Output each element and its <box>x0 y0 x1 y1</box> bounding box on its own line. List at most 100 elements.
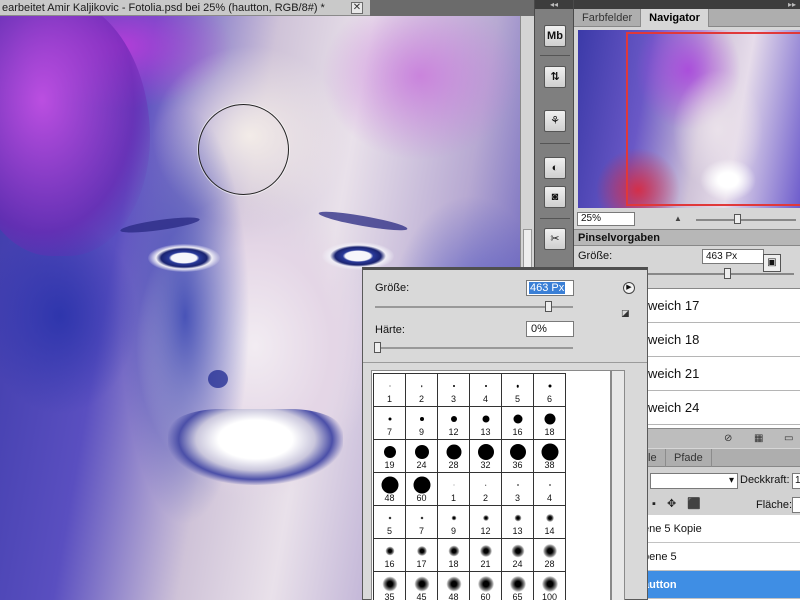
brush-tip-size-label: 48 <box>448 592 459 600</box>
picker-size-field[interactable]: 463 Px <box>526 280 574 296</box>
brush-tip-cell[interactable]: 60 <box>470 572 502 600</box>
toggle-brush-panel-icon[interactable]: ⊘ <box>724 433 732 444</box>
brush-tip-cell[interactable]: 48 <box>374 473 406 506</box>
masks-icon[interactable]: ◙ <box>544 186 566 208</box>
preset-size-slider-thumb[interactable] <box>724 268 731 279</box>
blend-mode-select[interactable]: ▾ <box>650 473 738 489</box>
opacity-field[interactable]: 1 <box>792 473 800 489</box>
brush-tip-preview <box>451 515 456 521</box>
brush-tip-cell[interactable]: 24 <box>406 440 438 473</box>
brush-tip-cell[interactable]: 4 <box>470 374 502 407</box>
brush-tip-preview <box>542 544 557 558</box>
brush-tip-cell[interactable]: 36 <box>502 440 534 473</box>
brush-tip-cell[interactable]: 12 <box>438 407 470 440</box>
brush-tip-cell[interactable]: 60 <box>406 473 438 506</box>
dock-collapse-icon[interactable]: ◂◂ <box>535 0 573 9</box>
brush-tip-cell[interactable]: 38 <box>534 440 566 473</box>
brush-tip-cell[interactable]: 13 <box>470 407 502 440</box>
brush-tip-cell[interactable]: 18 <box>534 407 566 440</box>
brush-presets-title[interactable]: Pinselvorgaben <box>574 230 800 246</box>
delete-icon[interactable]: ▭ <box>784 433 793 444</box>
brush-tip-cell[interactable]: 1 <box>438 473 470 506</box>
picker-hardness-slider-thumb[interactable] <box>374 342 381 353</box>
photo-left-eye <box>148 244 220 272</box>
panel-collapse-icon[interactable]: ▸▸ <box>574 0 800 9</box>
lock-icon[interactable]: ▪ ✥ ⬛ <box>652 497 705 510</box>
dock-separator <box>540 218 570 219</box>
picker-size-slider-thumb[interactable] <box>545 301 552 312</box>
brush-tip-preview <box>420 385 423 387</box>
brush-tip-preview <box>413 476 430 494</box>
brush-tip-cell[interactable]: 21 <box>470 539 502 572</box>
brush-tip-cell[interactable]: 3 <box>502 473 534 506</box>
brush-tip-cell[interactable]: 5 <box>502 374 534 407</box>
brush-tip-cell[interactable]: 7 <box>374 407 406 440</box>
brush-tip-size-label: 38 <box>544 460 555 470</box>
brush-tool-icon[interactable]: ✂ <box>544 228 566 250</box>
brush-tip-preview <box>452 385 455 387</box>
document-tab[interactable]: earbeitet Amir Kaljikovic - Fotolia.psd … <box>0 0 370 16</box>
brush-tip-cell[interactable]: 28 <box>534 539 566 572</box>
brush-tip-size-label: 12 <box>448 427 459 437</box>
navigator-view-frame[interactable] <box>626 32 800 206</box>
tab-navigator[interactable]: Navigator <box>641 9 709 27</box>
picker-hardness-field[interactable]: 0% <box>526 321 574 337</box>
brush-tip-cell[interactable]: 14 <box>534 506 566 539</box>
zoom-slider-thumb[interactable] <box>734 214 741 224</box>
picker-menu-icon[interactable]: ▶ <box>623 282 635 294</box>
brush-tip-cell[interactable]: 35 <box>374 572 406 600</box>
brush-tip-cell[interactable]: 1 <box>374 374 406 407</box>
fill-field[interactable] <box>792 497 800 513</box>
brush-tip-cell[interactable]: 48 <box>438 572 470 600</box>
brush-tip-cell[interactable]: 4 <box>534 473 566 506</box>
zoom-slider-track[interactable] <box>696 219 796 221</box>
photo-mouth <box>168 409 343 485</box>
brush-tip-cell[interactable]: 45 <box>406 572 438 600</box>
brush-tip-cell[interactable]: 18 <box>438 539 470 572</box>
brush-tip-cell[interactable]: 16 <box>502 407 534 440</box>
brush-tip-cell[interactable]: 3 <box>438 374 470 407</box>
picker-size-slider-track[interactable] <box>375 306 573 308</box>
brush-tip-cell[interactable]: 13 <box>502 506 534 539</box>
picker-new-preset-icon[interactable]: ◪ <box>621 308 630 319</box>
brush-tip-cell[interactable]: 5 <box>374 506 406 539</box>
mini-bridge-icon[interactable]: Mb <box>544 25 566 47</box>
brush-tip-size-label: 32 <box>480 460 491 470</box>
brush-tip-cell[interactable]: 17 <box>406 539 438 572</box>
adjustments-icon[interactable]: ◐ <box>544 157 566 179</box>
brush-tip-cell[interactable]: 9 <box>406 407 438 440</box>
zoom-out-icon[interactable]: ▲ <box>674 214 682 223</box>
brush-tip-cell[interactable]: 65 <box>502 572 534 600</box>
preset-size-slider-track[interactable] <box>624 273 794 275</box>
preset-size-field[interactable]: 463 Px <box>702 249 764 264</box>
close-document-icon[interactable]: ✕ <box>351 2 363 14</box>
brush-tip-cell[interactable]: 12 <box>470 506 502 539</box>
brush-tip-cell[interactable]: 24 <box>502 539 534 572</box>
history-icon[interactable]: ⇅ <box>544 66 566 88</box>
tab-paths[interactable]: Pfade <box>666 449 712 467</box>
brush-tip-cell[interactable]: 7 <box>406 506 438 539</box>
brush-tip-cell[interactable]: 32 <box>470 440 502 473</box>
brush-tip-cell[interactable]: 19 <box>374 440 406 473</box>
brush-tip-preview <box>477 444 494 460</box>
brush-tip-grid: 1 2 3 4 5 6 7 9 12 13 16 18 19 24 28 32 36 38 48 60 1 2 3 4 5 7 9 1… <box>373 373 566 600</box>
actions-icon[interactable]: ⚘ <box>544 110 566 132</box>
brush-tip-cell[interactable]: 2 <box>470 473 502 506</box>
brush-tip-cell[interactable]: 28 <box>438 440 470 473</box>
brush-tip-cell[interactable]: 2 <box>406 374 438 407</box>
brush-tip-preview <box>482 515 489 521</box>
tab-farbfelder[interactable]: Farbfelder <box>574 9 642 27</box>
brush-tip-size-label: 24 <box>512 559 523 569</box>
create-new-preset-icon[interactable]: ▣ <box>763 254 781 272</box>
brush-tip-cell[interactable]: 9 <box>438 506 470 539</box>
zoom-field[interactable]: 25% <box>577 212 635 226</box>
brush-tip-cell[interactable]: 16 <box>374 539 406 572</box>
brush-tip-preview <box>453 484 454 486</box>
create-new-preset-icon[interactable]: ▦ <box>754 433 763 444</box>
navigator-preview[interactable] <box>578 30 800 208</box>
brush-tip-cell[interactable]: 100 <box>534 572 566 600</box>
brush-grid-scrollbar[interactable] <box>611 370 625 600</box>
brush-tip-cell[interactable]: 6 <box>534 374 566 407</box>
picker-hardness-slider-track[interactable] <box>375 347 573 349</box>
brush-tip-preview <box>388 516 391 520</box>
